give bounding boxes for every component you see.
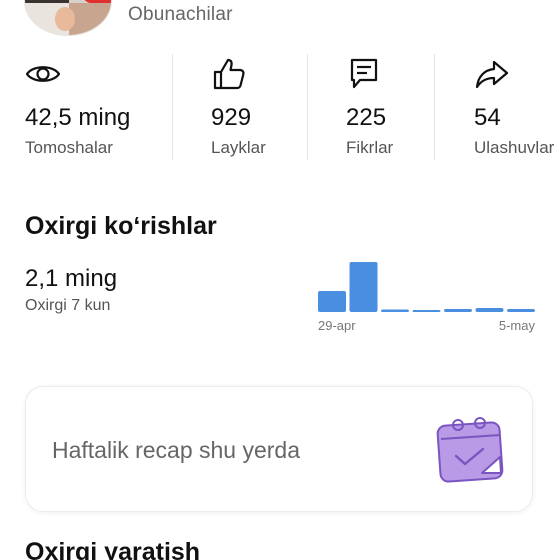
divider — [172, 54, 173, 160]
last-creation-title: Oxirgi yaratish — [25, 538, 201, 560]
chart-bar — [318, 291, 346, 312]
weekly-recap-card[interactable]: Haftalik recap shu yerda — [25, 386, 533, 512]
stat-value: 225 — [346, 104, 387, 131]
stat-label: Fikrlar — [346, 138, 394, 157]
stat-value: 54 — [474, 104, 501, 131]
thumbs-up-icon — [213, 58, 245, 90]
recap-text: Haftalik recap shu yerda — [52, 437, 301, 463]
chart-bar — [475, 308, 504, 312]
chart-axis-label: 29-apr — [318, 318, 356, 333]
chart-bar — [412, 310, 441, 312]
divider — [307, 54, 308, 160]
chart-axis-label: 5-may — [499, 318, 536, 333]
chart-bar — [349, 262, 378, 312]
recent-views-title: Oxirgi koʻrishlar — [25, 212, 217, 240]
stats-row: 42,5 ming Tomoshalar 929 Layklar 225 Fik… — [0, 52, 560, 162]
subscribers-label: Obunachilar — [128, 4, 233, 25]
stat-label: Tomoshalar — [25, 138, 113, 157]
stat-value: 42,5 ming — [25, 104, 131, 131]
chart-bar — [507, 309, 535, 312]
share-icon — [475, 60, 509, 89]
recent-views-value: 2,1 ming — [25, 265, 118, 292]
channel-analytics-screen: Obunachilar 42,5 ming Tomoshalar 929 Lay… — [0, 0, 560, 560]
eye-icon — [25, 66, 61, 82]
recent-views-period: Oxirgi 7 kun — [25, 297, 111, 314]
chart-bar — [381, 309, 409, 312]
calendar-check-icon — [436, 417, 504, 483]
channel-avatar[interactable] — [24, 0, 112, 36]
stat-label: Ulashuvlar — [474, 138, 555, 157]
stat-label: Layklar — [211, 138, 266, 157]
stat-value: 929 — [211, 104, 252, 131]
recent-views-chart[interactable]: 29-apr 5-may — [310, 255, 545, 337]
chart-bar — [444, 309, 472, 312]
divider — [434, 54, 435, 160]
comment-icon — [350, 58, 378, 89]
